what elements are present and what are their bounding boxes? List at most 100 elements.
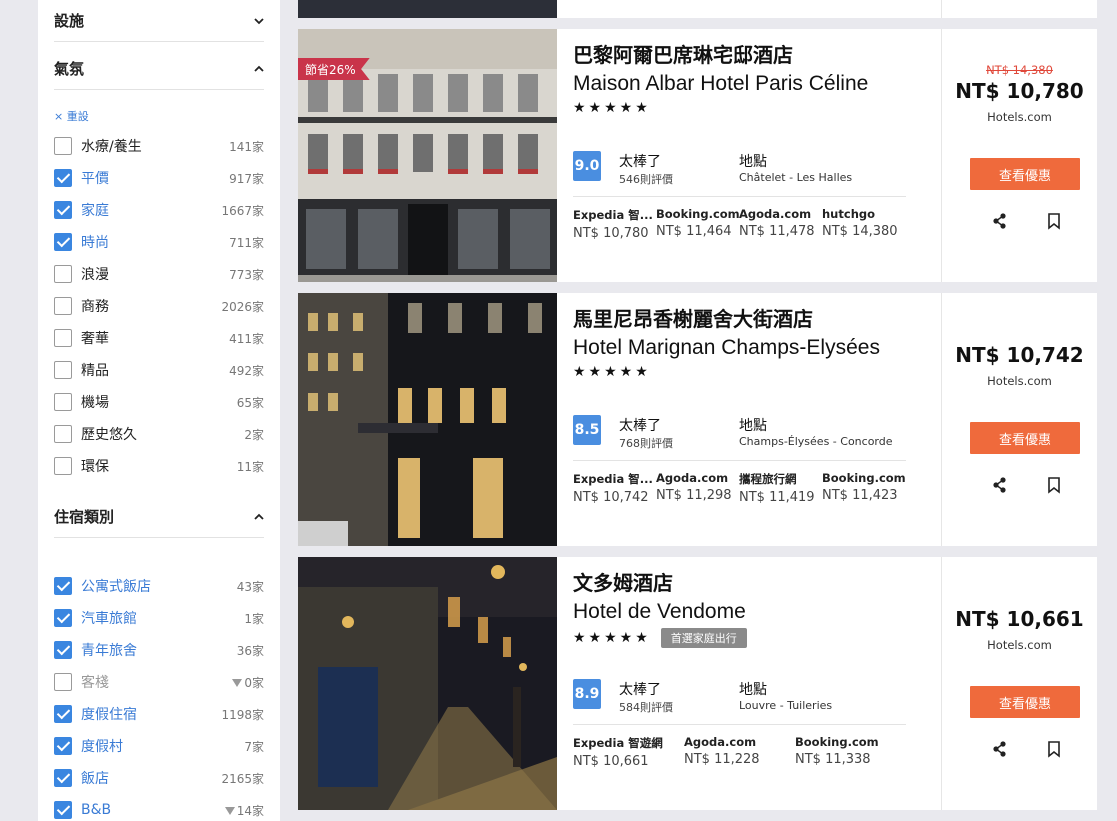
hotel-card[interactable]: 馬里尼昂香榭麗舍大街酒店 Hotel Marignan Champs-Elysé… — [298, 293, 1097, 546]
rating-label: 太棒了 — [619, 418, 661, 434]
filter-checkbox[interactable] — [54, 641, 72, 659]
filter-option-label: 環保 — [81, 459, 109, 475]
filter-checkbox[interactable] — [54, 577, 72, 595]
filter-checkbox[interactable] — [54, 737, 72, 755]
filter-option[interactable]: 汽車旅館 1家 — [54, 602, 264, 634]
hotel-name-zh[interactable]: 馬里尼昂香榭麗舍大街酒店 — [573, 303, 933, 332]
filter-option-count: 917家 — [229, 170, 264, 187]
filter-checkbox[interactable] — [54, 137, 72, 155]
deal-item[interactable]: Agoda.com NT$ 11,478 — [739, 207, 822, 241]
filter-option[interactable]: 度假村 7家 — [54, 730, 264, 762]
deal-item[interactable]: Booking.com NT$ 11,423 — [822, 471, 905, 505]
facilities-section-header[interactable]: 設施 — [54, 0, 264, 42]
filter-checkbox[interactable] — [54, 705, 72, 723]
count-text: 492家 — [229, 363, 264, 378]
location-label: 地點 — [739, 154, 767, 170]
hotel-card[interactable]: 文多姆酒店 Hotel de Vendome ★★★★★ 首選家庭出行 8.9 太… — [298, 557, 1097, 810]
filter-checkbox[interactable] — [54, 609, 72, 627]
filter-checkbox[interactable] — [54, 169, 72, 187]
bookmark-icon[interactable] — [1046, 476, 1062, 494]
filter-option[interactable]: 客棧 0家 — [54, 666, 264, 698]
filter-checkbox[interactable] — [54, 329, 72, 347]
filter-option-label: 水療/養生 — [81, 139, 142, 155]
filter-option[interactable]: 時尚 711家 — [54, 226, 264, 258]
filter-checkbox[interactable] — [54, 673, 72, 691]
filter-checkbox[interactable] — [54, 769, 72, 787]
share-icon[interactable] — [992, 740, 1008, 758]
filter-option[interactable]: 歷史悠久 2家 — [54, 418, 264, 450]
filter-option-count: 65家 — [237, 394, 264, 411]
deal-item[interactable]: Expedia 智... NT$ 10,742 — [573, 471, 656, 505]
lodging-section-header[interactable]: 住宿類別 — [54, 496, 264, 538]
bookmark-icon[interactable] — [1046, 212, 1062, 230]
hotel-name-zh[interactable]: 文多姆酒店 — [573, 567, 933, 596]
filter-option[interactable]: 環保 11家 — [54, 450, 264, 482]
filter-option[interactable]: 精品 492家 — [54, 354, 264, 386]
filter-checkbox[interactable] — [54, 297, 72, 315]
hotel-photo — [298, 0, 557, 18]
filter-option[interactable]: 水療/養生 141家 — [54, 130, 264, 162]
review-count[interactable]: 546則評價 — [619, 171, 739, 187]
review-count[interactable]: 768則評價 — [619, 435, 739, 451]
rating-label: 太棒了 — [619, 154, 661, 170]
filter-option-count: 711家 — [229, 234, 264, 251]
view-deal-button[interactable]: 查看優惠 — [970, 686, 1080, 718]
atmosphere-section-header[interactable]: 氣氛 — [54, 48, 264, 90]
count-text: 1家 — [244, 611, 264, 626]
filter-option[interactable]: B&B 14家 — [54, 794, 264, 821]
share-icon[interactable] — [992, 476, 1008, 494]
filter-checkbox[interactable] — [54, 201, 72, 219]
share-icon[interactable] — [992, 212, 1008, 230]
filter-option[interactable]: 奢華 411家 — [54, 322, 264, 354]
hotel-card[interactable]: 節省26% 巴黎阿爾巴席琳宅邸酒店 Maison Albar Hotel Par… — [298, 29, 1097, 282]
filter-checkbox[interactable] — [54, 361, 72, 379]
hotel-photo[interactable] — [298, 293, 557, 546]
filter-checkbox[interactable] — [54, 425, 72, 443]
count-text: 36家 — [236, 643, 264, 658]
filter-option-label: 時尚 — [81, 235, 109, 251]
bookmark-icon[interactable] — [1046, 740, 1062, 758]
deal-item[interactable]: Booking.com NT$ 11,338 — [795, 735, 906, 769]
count-text: 711家 — [229, 235, 264, 250]
deal-item[interactable]: Agoda.com NT$ 11,228 — [684, 735, 795, 769]
filter-option[interactable]: 機場 65家 — [54, 386, 264, 418]
filter-option[interactable]: 公寓式飯店 43家 — [54, 570, 264, 602]
view-deal-button[interactable]: 查看優惠 — [970, 158, 1080, 190]
filter-option[interactable]: 商務 2026家 — [54, 290, 264, 322]
filter-option[interactable]: 飯店 2165家 — [54, 762, 264, 794]
filter-checkbox[interactable] — [54, 393, 72, 411]
hotel-name-en[interactable]: Maison Albar Hotel Paris Céline — [573, 72, 933, 96]
filter-option-count: 1198家 — [221, 706, 264, 723]
count-text: 11家 — [236, 459, 264, 474]
deal-item[interactable]: 攜程旅行網 NT$ 11,419 — [739, 471, 822, 505]
view-deal-button[interactable]: 查看優惠 — [970, 422, 1080, 454]
filter-option[interactable]: 平價 917家 — [54, 162, 264, 194]
filter-option[interactable]: 家庭 1667家 — [54, 194, 264, 226]
filter-checkbox[interactable] — [54, 233, 72, 251]
filter-checkbox[interactable] — [54, 265, 72, 283]
hotel-name-en[interactable]: Hotel Marignan Champs-Elysées — [573, 336, 933, 360]
filter-option[interactable]: 浪漫 773家 — [54, 258, 264, 290]
deal-item[interactable]: hutchgo NT$ 14,380 — [822, 207, 905, 241]
filter-option-label: 度假村 — [81, 739, 123, 755]
filter-checkbox[interactable] — [54, 801, 72, 819]
review-count[interactable]: 584則評價 — [619, 699, 739, 715]
location-value: Louvre - Tuileries — [739, 699, 833, 712]
hotel-info: 文多姆酒店 Hotel de Vendome ★★★★★ 首選家庭出行 8.9 太… — [573, 557, 933, 769]
hotel-name-en[interactable]: Hotel de Vendome — [573, 600, 933, 624]
deal-item[interactable]: Expedia 智... NT$ 10,780 — [573, 207, 656, 241]
filter-option-label: 青年旅舍 — [81, 643, 137, 659]
filter-option-label: 商務 — [81, 299, 109, 315]
filter-option-count: 2026家 — [221, 298, 264, 315]
filter-option[interactable]: 度假住宿 1198家 — [54, 698, 264, 730]
hotel-name-zh[interactable]: 巴黎阿爾巴席琳宅邸酒店 — [573, 39, 933, 68]
deal-item[interactable]: Agoda.com NT$ 11,298 — [656, 471, 739, 505]
deal-item[interactable]: Booking.com NT$ 11,464 — [656, 207, 739, 241]
filter-option[interactable]: 青年旅舍 36家 — [54, 634, 264, 666]
reset-filter-link[interactable]: × 重設 — [54, 108, 264, 124]
star-rating: ★★★★★ — [573, 100, 651, 116]
filter-checkbox[interactable] — [54, 457, 72, 475]
deal-item[interactable]: Expedia 智遊網 NT$ 10,661 — [573, 735, 684, 769]
hotel-photo[interactable] — [298, 557, 557, 810]
filter-option-label: 平價 — [81, 171, 109, 187]
